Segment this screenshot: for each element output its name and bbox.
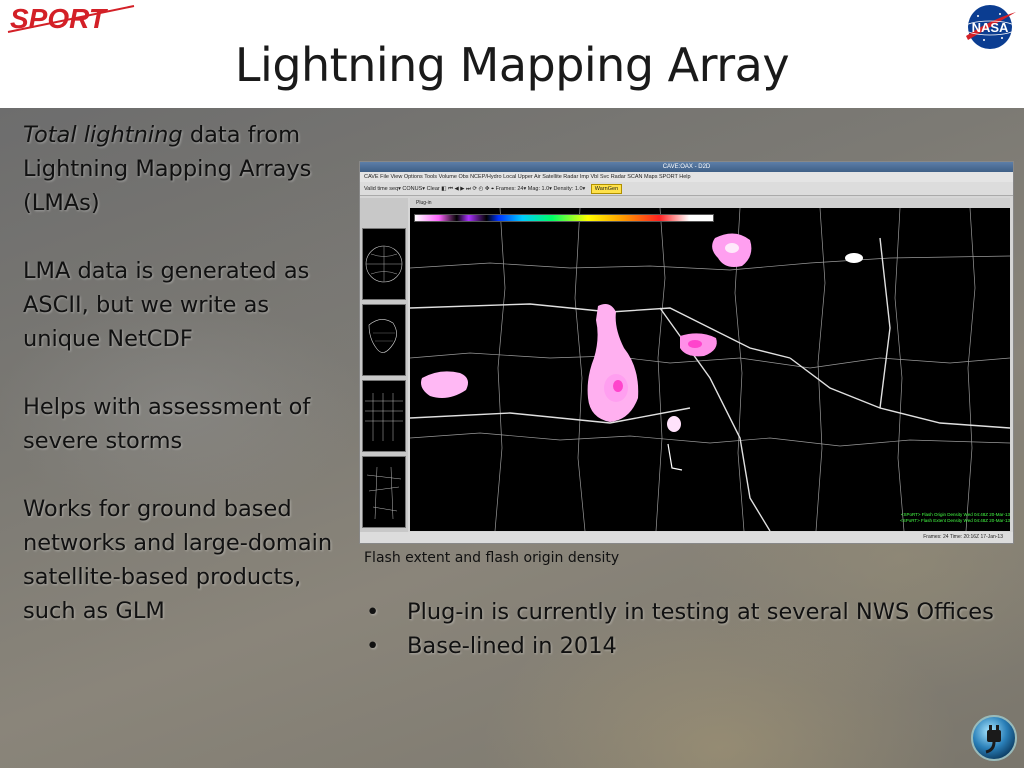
density-colorbar bbox=[414, 214, 714, 222]
thumbnail-globe bbox=[362, 228, 406, 300]
thumbnail-north-america bbox=[362, 304, 406, 376]
window-toolbar: Valid time seq▾ CONUS▾ Clear ◧ ⏮ ◀ ▶ ⏭ ⟳… bbox=[360, 182, 1013, 196]
plug-icon[interactable] bbox=[970, 714, 1018, 762]
thumbnail-strip bbox=[360, 198, 408, 532]
warngen-button: WarnGen bbox=[590, 184, 623, 194]
slide-title: Lightning Mapping Array bbox=[234, 38, 790, 92]
legend-flash-extent: <SPoRT> Flash Extent Density Wed 04:48Z … bbox=[900, 518, 1010, 523]
window-statusbar: Frames: 24 Time: 20:16Z 17-Jan-13 bbox=[360, 532, 1013, 543]
state-borders bbox=[410, 237, 1010, 531]
sport-logo-graphic: SPORT bbox=[7, 3, 135, 34]
bullet-dot: • bbox=[366, 633, 380, 659]
map-legend: <SPoRT> Flash Origin Density Wed 04:48Z … bbox=[820, 512, 1010, 524]
paragraph-lma-data: LMA data is generated as ASCII, but we w… bbox=[23, 258, 310, 352]
plug-icon-graphic bbox=[971, 715, 1017, 761]
bullet-dot: • bbox=[366, 599, 380, 625]
bullet-item-baselined: • Base-lined in 2014 bbox=[366, 629, 1016, 663]
bullet-list: • Plug-in is currently in testing at seve… bbox=[366, 595, 1016, 663]
north-america-thumbnail-graphic bbox=[368, 319, 397, 353]
slide-header: SPORT NASA Lightning Mapping Array bbox=[0, 0, 1024, 108]
conus-thumbnail-graphic bbox=[365, 393, 403, 441]
bullet-text: Plug-in is currently in testing at sever… bbox=[407, 599, 994, 625]
window-menubar: CAVE File View Options Tools Volume Obs … bbox=[360, 172, 1013, 182]
paragraph-works-for: Works for ground based networks and larg… bbox=[23, 496, 333, 624]
globe-thumbnail-graphic bbox=[365, 245, 403, 283]
sport-logo-text: SPORT bbox=[10, 3, 109, 34]
bullet-text: Base-lined in 2014 bbox=[407, 633, 617, 659]
toolbar-controls: Valid time seq▾ CONUS▾ Clear ◧ ⏮ ◀ ▶ ⏭ ⟳… bbox=[364, 186, 586, 192]
screenshot-caption: Flash extent and flash origin density bbox=[364, 550, 620, 566]
total-lightning-emphasis: Total lightning bbox=[23, 122, 183, 148]
tab-plugin: Plug-in bbox=[416, 200, 432, 206]
thumbnail-conus bbox=[362, 380, 406, 452]
paragraph-assessment: Helps with assessment of severe storms bbox=[23, 394, 311, 454]
left-text-column: Total lightning data from Lightning Mapp… bbox=[23, 118, 353, 662]
lightning-storm-cells bbox=[421, 233, 863, 471]
sport-logo: SPORT bbox=[6, 2, 136, 38]
county-map-graphic bbox=[410, 208, 1010, 531]
map-tab-bar: Plug-in bbox=[410, 198, 1010, 208]
lightning-map bbox=[410, 208, 1010, 531]
county-borders bbox=[410, 208, 1010, 531]
bullet-item-testing: • Plug-in is currently in testing at seve… bbox=[366, 595, 1016, 629]
paragraph-total-lightning: Total lightning data from Lightning Mapp… bbox=[23, 118, 353, 220]
cave-screenshot: CAVE:OAX - D2D CAVE File View Options To… bbox=[359, 161, 1014, 544]
window-titlebar: CAVE:OAX - D2D bbox=[360, 162, 1013, 172]
thumbnail-regional bbox=[362, 456, 406, 528]
regional-thumbnail-graphic bbox=[366, 466, 402, 520]
